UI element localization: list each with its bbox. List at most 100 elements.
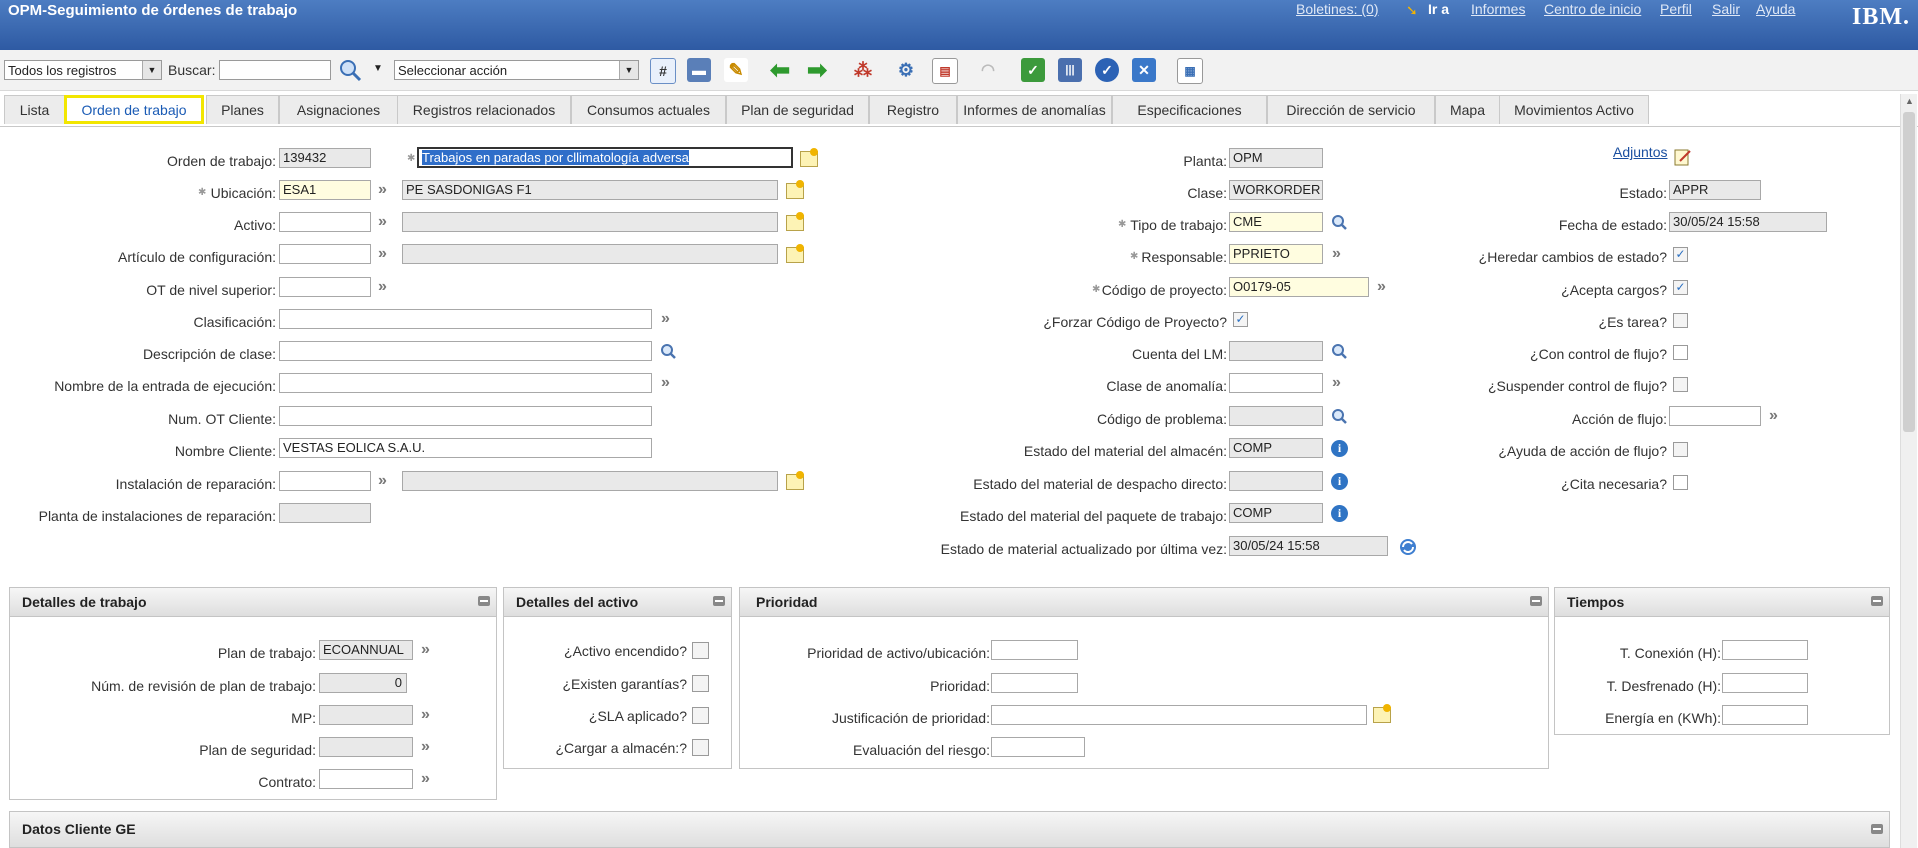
- garantias-checkbox[interactable]: [692, 675, 709, 692]
- collapse-icon[interactable]: [1871, 596, 1883, 606]
- activo-detail-chevron-icon[interactable]: »: [378, 213, 396, 231]
- tab-informes-de-anomalias[interactable]: Informes de anomalías: [957, 95, 1112, 124]
- view-related-icon[interactable]: ⚙: [894, 58, 918, 82]
- chevron-down-icon[interactable]: ▼: [142, 61, 161, 79]
- clasificacion-field[interactable]: [279, 309, 652, 329]
- clase-anomalia-field[interactable]: [1229, 373, 1323, 393]
- entrada-ejecucion-field[interactable]: [279, 373, 652, 393]
- accion-flujo-chevron-icon[interactable]: »: [1769, 407, 1787, 425]
- scroll-up-icon[interactable]: ▲: [1905, 96, 1914, 106]
- detalles-activo-header[interactable]: Detalles del activo: [504, 588, 731, 617]
- perfil-link[interactable]: Perfil: [1660, 1, 1692, 17]
- collapse-icon[interactable]: [1871, 824, 1883, 834]
- articulo-detail-chevron-icon[interactable]: »: [378, 245, 396, 263]
- search-input[interactable]: [219, 60, 331, 80]
- collapse-icon[interactable]: [713, 596, 725, 606]
- justificacion-field[interactable]: [991, 705, 1367, 725]
- mp-chevron-icon[interactable]: »: [421, 706, 439, 724]
- ot-superior-field[interactable]: [279, 277, 371, 297]
- suspender-flujo-checkbox[interactable]: [1673, 377, 1688, 392]
- collapse-icon[interactable]: [478, 596, 490, 606]
- forzar-codigo-checkbox[interactable]: ✓: [1233, 312, 1248, 327]
- contrato-field[interactable]: [319, 769, 413, 789]
- report-icon[interactable]: ▤: [932, 58, 958, 84]
- next-arrow-icon[interactable]: ➡: [805, 57, 829, 84]
- centro-inicio-link[interactable]: Centro de inicio: [1544, 1, 1641, 17]
- query-select[interactable]: Todos los registros ▼: [4, 60, 162, 80]
- info-icon[interactable]: i: [1331, 440, 1348, 457]
- tiempo-conexion-field[interactable]: [1722, 640, 1808, 660]
- energia-field[interactable]: [1722, 705, 1808, 725]
- search-icon[interactable]: [660, 343, 676, 359]
- articulo-field[interactable]: [279, 244, 371, 264]
- tab-orden-de-trabajo[interactable]: Orden de trabajo: [64, 95, 204, 124]
- tab-lista[interactable]: Lista: [4, 95, 65, 124]
- datos-cliente-header[interactable]: Datos Cliente GE: [10, 812, 1889, 848]
- chevron-down-icon[interactable]: ▼: [619, 61, 638, 79]
- search-icon[interactable]: [1331, 214, 1347, 230]
- attachments-icon[interactable]: [1673, 147, 1693, 167]
- preview-icon[interactable]: ▦: [1177, 58, 1203, 84]
- clase-anomalia-chevron-icon[interactable]: »: [1332, 374, 1350, 392]
- entrada-ejecucion-chevron-icon[interactable]: »: [661, 374, 679, 392]
- cita-necesaria-checkbox[interactable]: [1673, 475, 1688, 490]
- tab-registros-relacionados[interactable]: Registros relacionados: [397, 95, 571, 124]
- refresh-icon[interactable]: [1398, 537, 1418, 557]
- tab-especificaciones[interactable]: Especificaciones: [1112, 95, 1267, 124]
- salir-link[interactable]: Salir: [1712, 1, 1740, 17]
- plan-trabajo-chevron-icon[interactable]: »: [421, 641, 439, 659]
- responsable-field[interactable]: PPRIETO: [1229, 244, 1323, 264]
- tab-direccion-de-servicio[interactable]: Dirección de servicio: [1267, 95, 1435, 124]
- control-flujo-checkbox[interactable]: [1673, 345, 1688, 360]
- description-field[interactable]: Trabajos en paradas por cllimatología ad…: [417, 147, 793, 168]
- ayuda-accion-checkbox[interactable]: [1673, 442, 1688, 457]
- search-icon[interactable]: [1331, 343, 1347, 359]
- responsable-chevron-icon[interactable]: »: [1332, 245, 1350, 263]
- ubicacion-field[interactable]: ESA1: [279, 180, 371, 200]
- long-description-icon[interactable]: [800, 148, 818, 167]
- tab-consumos-actuales[interactable]: Consumos actuales: [571, 95, 726, 124]
- info-icon[interactable]: i: [1331, 473, 1348, 490]
- tab-registro[interactable]: Registro: [869, 95, 957, 124]
- scrollbar-thumb[interactable]: [1903, 112, 1915, 432]
- instalacion-reparacion-field[interactable]: [279, 471, 371, 491]
- tab-asignaciones[interactable]: Asignaciones: [279, 95, 398, 124]
- info-icon[interactable]: i: [1331, 505, 1348, 522]
- barcode-icon[interactable]: |||: [1058, 58, 1082, 82]
- ubicacion-note-icon[interactable]: [786, 180, 804, 199]
- desc-clase-field[interactable]: [279, 341, 652, 361]
- goto-link[interactable]: Ir a: [1428, 1, 1449, 17]
- informes-link[interactable]: Informes: [1471, 1, 1525, 17]
- boletines-link[interactable]: Boletines: (0): [1296, 1, 1378, 17]
- action-select[interactable]: Seleccionar acción ▼: [394, 60, 639, 80]
- activo-note-icon[interactable]: [786, 212, 804, 231]
- orden-trabajo-field[interactable]: 139432: [279, 148, 371, 168]
- tiempo-desfrenado-field[interactable]: [1722, 673, 1808, 693]
- ubicacion-detail-chevron-icon[interactable]: »: [378, 181, 396, 199]
- heredar-checkbox[interactable]: ✓: [1673, 247, 1688, 262]
- search-icon[interactable]: [1331, 408, 1347, 424]
- codigo-proyecto-chevron-icon[interactable]: »: [1377, 278, 1395, 296]
- detalles-trabajo-header[interactable]: Detalles de trabajo: [10, 588, 496, 617]
- page-scrollbar[interactable]: ▲: [1900, 94, 1917, 848]
- save-icon[interactable]: ▬: [687, 58, 711, 82]
- tab-plan-de-seguridad[interactable]: Plan de seguridad: [726, 95, 869, 124]
- approve-icon[interactable]: ✓: [1021, 58, 1045, 82]
- search-icon[interactable]: [338, 58, 362, 82]
- collapse-icon[interactable]: [1530, 596, 1542, 606]
- ayuda-link[interactable]: Ayuda: [1756, 1, 1795, 17]
- activo-field[interactable]: [279, 212, 371, 232]
- accion-flujo-field[interactable]: [1669, 406, 1761, 426]
- tiempos-header[interactable]: Tiempos: [1555, 588, 1889, 617]
- clasificacion-chevron-icon[interactable]: »: [661, 310, 679, 328]
- tab-movimientos-activo[interactable]: Movimientos Activo: [1499, 95, 1649, 124]
- es-tarea-checkbox[interactable]: [1673, 313, 1688, 328]
- codigo-proyecto-field[interactable]: O0179-05: [1229, 277, 1369, 297]
- gauge-icon[interactable]: ◠: [976, 58, 1000, 82]
- evaluacion-riesgo-field[interactable]: [991, 737, 1085, 757]
- nombre-cliente-field[interactable]: VESTAS EOLICA S.A.U.: [279, 438, 652, 458]
- search-options-icon[interactable]: ▼: [373, 63, 383, 74]
- prioridad-activo-field[interactable]: [991, 640, 1078, 660]
- workflow-icon[interactable]: ⁂: [851, 58, 875, 82]
- sla-checkbox[interactable]: [692, 707, 709, 724]
